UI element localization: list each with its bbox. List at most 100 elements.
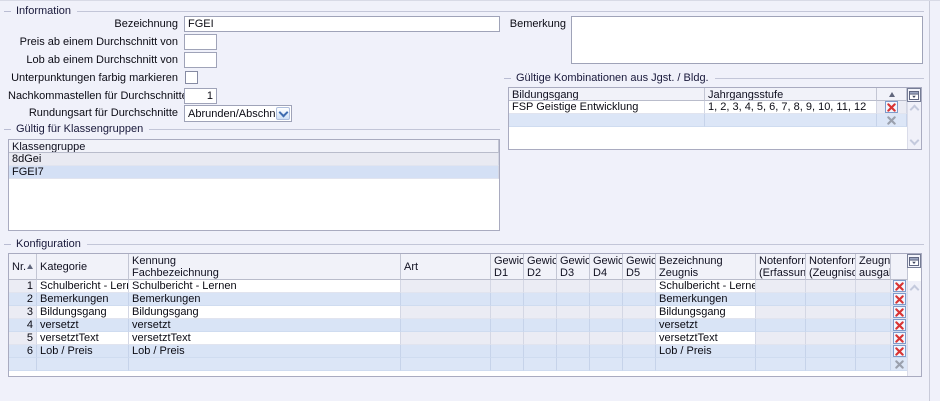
rundungsart-dropdown-button[interactable]	[276, 107, 290, 120]
cell-kennung[interactable]: versetztText	[129, 332, 401, 345]
cell-gewicht_d3	[557, 319, 590, 332]
column-header-jahrgangsstufe[interactable]: Jahrgangsstufe	[705, 88, 877, 101]
cell-art	[401, 358, 491, 371]
cell-notenformat_zeugnisdruck	[806, 358, 856, 371]
row-actions	[877, 101, 907, 114]
group-konfiguration: Konfiguration	[4, 238, 924, 250]
cell-zeugnisausgabe	[856, 280, 891, 293]
cell-kennung[interactable]: Bemerkungen	[129, 293, 401, 306]
column-header-kennung[interactable]: Kennung Fachbezeichnung	[129, 254, 401, 280]
column-header-gewicht_d3[interactable]: Gewicht D3	[557, 254, 590, 280]
column-header-gewicht_d2[interactable]: Gewicht D2	[524, 254, 557, 280]
scroll-down-icon[interactable]	[910, 136, 920, 146]
lob-durchschnitt-input[interactable]	[184, 52, 217, 68]
column-header-gewicht_d5[interactable]: Gewicht D5	[623, 254, 656, 280]
cell-bezeichnung_zeugnis[interactable]: Lob / Preis	[656, 345, 756, 358]
column-header-nr[interactable]: Nr.	[9, 254, 37, 280]
delete-row-button[interactable]	[893, 332, 906, 344]
table-row[interactable]: 5versetztTextversetztTextversetztText	[9, 332, 921, 345]
cell-bezeichnung_zeugnis[interactable]: Schulbericht - Lernen	[656, 280, 756, 293]
cell-gewicht_d4	[590, 319, 623, 332]
cell-kennung[interactable]: versetzt	[129, 319, 401, 332]
sort-indicator-cell	[877, 88, 907, 101]
cell-nr: 2	[9, 293, 37, 306]
cell-notenformat_erfassung	[756, 319, 806, 332]
cell-kategorie[interactable]: Bemerkungen	[37, 293, 129, 306]
table-row-empty	[509, 114, 921, 127]
bemerkung-textarea[interactable]	[571, 16, 923, 64]
cell-zeugnisausgabe	[856, 332, 891, 345]
nachkommastellen-input[interactable]	[184, 88, 217, 104]
cell-kennung[interactable]: Bildungsgang	[129, 306, 401, 319]
cell-kennung[interactable]: Lob / Preis	[129, 345, 401, 358]
cell-kategorie[interactable]: Bildungsgang	[37, 306, 129, 319]
table-row[interactable]: 6Lob / PreisLob / PreisLob / Preis	[9, 345, 921, 358]
column-header-gewicht_d1[interactable]: Gewicht D1	[491, 254, 524, 280]
cell-art	[401, 319, 491, 332]
cell-gewicht_d1	[491, 306, 524, 319]
cell-bezeichnung_zeugnis[interactable]: versetzt	[656, 319, 756, 332]
delete-row-button[interactable]	[893, 319, 906, 331]
cell-bezeichnung_zeugnis[interactable]: versetztText	[656, 332, 756, 345]
cell-kennung[interactable]: Schulbericht - Lernen	[129, 280, 401, 293]
delete-row-button[interactable]	[885, 101, 898, 113]
unterpunktungen-checkbox[interactable]	[185, 71, 198, 84]
cell-notenformat_erfassung	[756, 280, 806, 293]
cell-bezeichnung_zeugnis[interactable]: Bildungsgang	[656, 306, 756, 319]
rundungsart-select[interactable]: Abrunden/Abschneiden	[184, 105, 292, 122]
cell-jahrgangsstufe[interactable]: 1, 2, 3, 4, 5, 6, 7, 8, 9, 10, 11, 12	[705, 101, 877, 114]
cell-gewicht_d2	[524, 319, 557, 332]
cell-bildungsgang	[509, 114, 705, 127]
list-item-selected[interactable]: FGEI7	[9, 166, 499, 179]
column-header-bezeichnung_zeugnis[interactable]: Bezeichnung Zeugnis	[656, 254, 756, 280]
group-title-klassengruppen: Gültig für Klassengruppen	[15, 123, 144, 135]
cell-notenformat_erfassung	[756, 332, 806, 345]
cell-bezeichnung_zeugnis	[656, 358, 756, 371]
column-header-gewicht_d4[interactable]: Gewicht D4	[590, 254, 623, 280]
list-item[interactable]: 8dGei	[9, 153, 499, 166]
preis-durchschnitt-input[interactable]	[184, 34, 217, 50]
cell-kategorie[interactable]: Lob / Preis	[37, 345, 129, 358]
cell-art	[401, 280, 491, 293]
delete-row-button[interactable]	[893, 345, 906, 357]
kombinationen-table: BildungsgangJahrgangsstufe FSP Geistige …	[508, 87, 922, 150]
group-line	[715, 78, 924, 79]
column-header-notenformat_erfassung[interactable]: Notenformat (Erfassung)	[756, 254, 806, 280]
column-chooser-button[interactable]	[907, 254, 921, 268]
cell-gewicht_d5	[623, 280, 656, 293]
scroll-up-icon[interactable]	[910, 105, 920, 115]
cell-gewicht_d5	[623, 319, 656, 332]
column-header-kategorie[interactable]: Kategorie	[37, 254, 129, 280]
column-header-bildungsgang[interactable]: Bildungsgang	[509, 88, 705, 101]
row-actions	[891, 280, 908, 293]
kombinationen-scrollbar[interactable]	[907, 101, 921, 149]
cell-kategorie[interactable]: Schulbericht - Lernen	[37, 280, 129, 293]
column-header-zeugnisausgabe[interactable]: Zeugnis- ausgabe	[856, 254, 891, 280]
delete-row-button[interactable]	[893, 280, 906, 292]
cell-bildungsgang[interactable]: FSP Geistige Entwicklung	[509, 101, 705, 114]
column-header-notenformat_zeugnisdruck[interactable]: Notenformat (Zeugnisdruck)	[806, 254, 856, 280]
row-actions	[891, 293, 908, 306]
cell-gewicht_d5	[623, 306, 656, 319]
konfiguration-scrollbar[interactable]	[907, 281, 921, 376]
scroll-up-icon[interactable]	[910, 285, 920, 295]
cell-bezeichnung_zeugnis[interactable]: Bemerkungen	[656, 293, 756, 306]
column-header-klassengruppe[interactable]: Klassengruppe	[9, 140, 499, 153]
panel-splitter[interactable]	[929, 1, 930, 401]
table-row[interactable]: 3BildungsgangBildungsgangBildungsgang	[9, 306, 921, 319]
cell-kategorie	[37, 358, 129, 371]
table-row[interactable]: FSP Geistige Entwicklung1, 2, 3, 4, 5, 6…	[509, 101, 921, 114]
delete-row-button[interactable]	[893, 293, 906, 305]
table-row[interactable]: 4versetztversetztversetzt	[9, 319, 921, 332]
sort-ascending-icon	[889, 92, 895, 97]
cell-kategorie[interactable]: versetztText	[37, 332, 129, 345]
cell-gewicht_d1	[491, 280, 524, 293]
table-row[interactable]: 2BemerkungenBemerkungenBemerkungen	[9, 293, 921, 306]
column-header-art[interactable]: Art	[401, 254, 491, 280]
column-chooser-button[interactable]	[907, 88, 921, 102]
table-row[interactable]: 1Schulbericht - LernenSchulbericht - Ler…	[9, 280, 921, 293]
delete-row-button[interactable]	[893, 306, 906, 318]
group-title-information: Information	[15, 5, 72, 17]
cell-kategorie[interactable]: versetzt	[37, 319, 129, 332]
cell-gewicht_d2	[524, 332, 557, 345]
